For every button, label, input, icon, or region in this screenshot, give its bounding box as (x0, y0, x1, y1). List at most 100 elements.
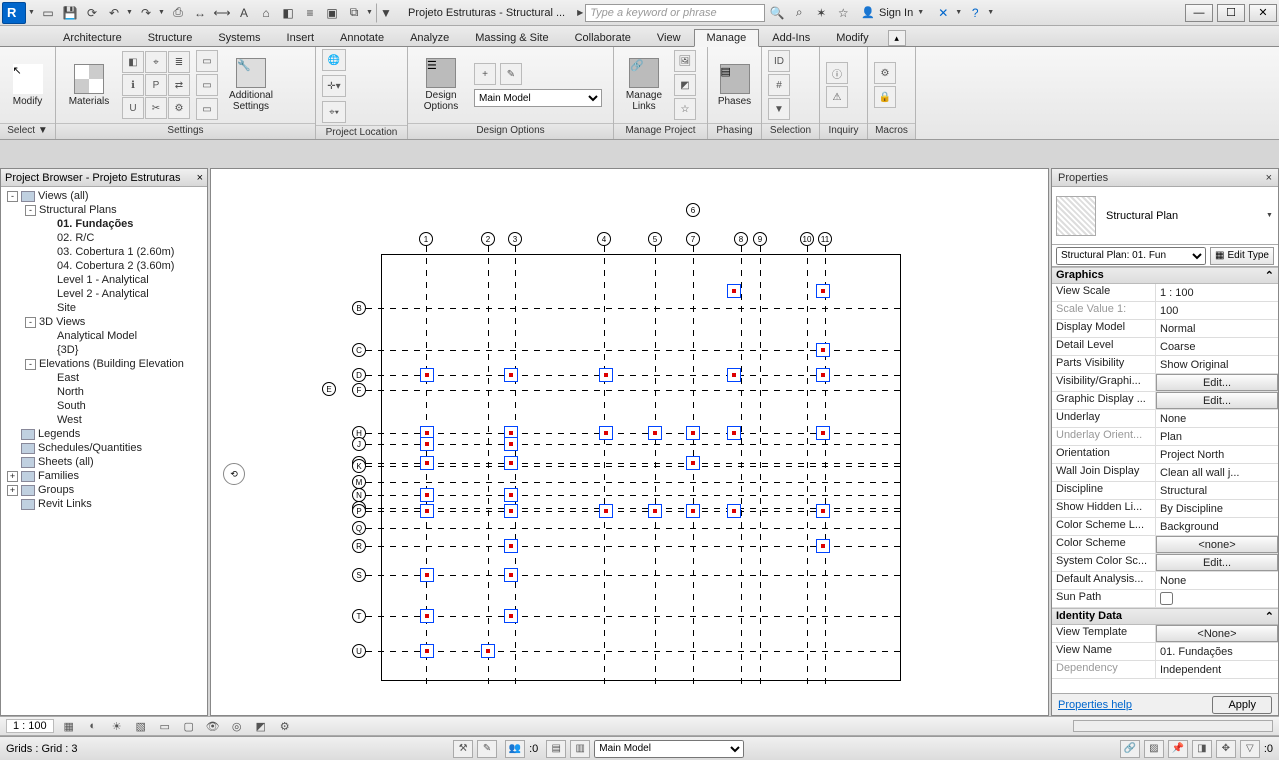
prop-value[interactable]: Background (1156, 518, 1278, 535)
redo-icon[interactable]: ↷ (136, 3, 156, 23)
properties-grid[interactable]: Graphics⌃View Scale1 : 100Scale Value 1:… (1052, 267, 1278, 693)
fav-icon[interactable]: ☆ (833, 3, 853, 23)
prop-edit-button[interactable]: <none> (1156, 536, 1278, 553)
measure-icon[interactable]: ↔ (190, 3, 210, 23)
settings-extra-3-icon[interactable]: ▭ (196, 98, 218, 120)
3d-view-icon[interactable]: ⌂ (256, 3, 276, 23)
prop-value[interactable]: Independent (1156, 661, 1278, 678)
prop-row[interactable]: Color Scheme L...Background (1052, 518, 1278, 536)
prop-row[interactable]: View Name01. Fundações (1052, 643, 1278, 661)
tree-item[interactable]: 03. Cobertura 1 (2.60m) (1, 245, 207, 259)
comm-icon[interactable]: ✶ (811, 3, 831, 23)
temp-hide-icon[interactable]: 👁 (204, 718, 222, 734)
minimize-button[interactable]: — (1185, 4, 1213, 22)
sun-path-icon[interactable]: ☀ (108, 718, 126, 734)
tree-item[interactable]: -3D Views (1, 315, 207, 329)
active-only-icon[interactable]: ▥ (570, 740, 590, 758)
tree-item[interactable]: South (1, 399, 207, 413)
prop-row[interactable]: Scale Value 1:100 (1052, 302, 1278, 320)
workset-status-icon[interactable]: 👥 (505, 740, 525, 758)
tree-item[interactable]: Level 2 - Analytical (1, 287, 207, 301)
prop-row[interactable]: Show Hidden Li...By Discipline (1052, 500, 1278, 518)
open-icon[interactable]: ▭ (38, 3, 58, 23)
prop-value[interactable]: Coarse (1156, 338, 1278, 355)
select-underlay-icon[interactable]: ▨ (1144, 740, 1164, 758)
thin-lines-icon[interactable]: ≡ (300, 3, 320, 23)
select-by-id-icon[interactable]: # (768, 74, 790, 96)
additional-settings-button[interactable]: 🔧Additional Settings (224, 49, 278, 121)
recent-docs-drop-icon[interactable]: ▶ (577, 8, 583, 17)
view-settings-icon[interactable]: ⚙ (276, 718, 294, 734)
prop-row[interactable]: Parts VisibilityShow Original (1052, 356, 1278, 374)
prop-row[interactable]: UnderlayNone (1052, 410, 1278, 428)
collapse-icon[interactable]: ⌃ (1265, 269, 1274, 282)
prop-row[interactable]: Visibility/Graphi...Edit... (1052, 374, 1278, 392)
tree-item[interactable]: -Views (all) (1, 189, 207, 203)
starting-view-icon[interactable]: ☆ (674, 98, 696, 120)
prop-value[interactable]: 100 (1156, 302, 1278, 319)
tree-item[interactable]: Schedules/Quantities (1, 441, 207, 455)
prop-value[interactable]: Clean all wall j... (1156, 464, 1278, 481)
design-options-button[interactable]: ☰Design Options (414, 49, 468, 121)
tree-item[interactable]: East (1, 371, 207, 385)
tree-item[interactable]: -Structural Plans (1, 203, 207, 217)
ribbon-tab-modify[interactable]: Modify (823, 29, 881, 46)
help-icon[interactable]: ? (965, 3, 985, 23)
macro-manager-icon[interactable]: ⚙ (874, 62, 896, 84)
expander-icon[interactable]: - (25, 317, 36, 328)
print-icon[interactable]: ⎙ (168, 3, 188, 23)
pick-to-edit-icon[interactable]: ✎ (500, 63, 522, 85)
ribbon-tab-architecture[interactable]: Architecture (50, 29, 135, 46)
search-input[interactable]: Type a keyword or phrase (585, 4, 765, 22)
decal-types-icon[interactable]: ◩ (674, 74, 696, 96)
show-crop-icon[interactable]: ▢ (180, 718, 198, 734)
inquiry-1-icon[interactable]: ⓘ (826, 62, 848, 84)
close-button[interactable]: ✕ (1249, 4, 1277, 22)
save-icon[interactable]: 💾 (60, 3, 80, 23)
prop-value[interactable]: None (1156, 572, 1278, 589)
tree-item[interactable]: {3D} (1, 343, 207, 357)
visual-style-icon[interactable]: ◐ (84, 718, 102, 734)
tree-item[interactable]: Legends (1, 427, 207, 441)
properties-close-icon[interactable]: × (1266, 172, 1272, 184)
drag-elements-icon[interactable]: ✥ (1216, 740, 1236, 758)
qat-customize-icon[interactable]: ▼ (376, 3, 396, 23)
position-icon[interactable]: ⌖▾ (322, 101, 346, 123)
prop-edit-button[interactable]: Edit... (1156, 392, 1278, 409)
app-menu-button[interactable] (2, 2, 26, 24)
coordinates-icon[interactable]: ✛▾ (322, 75, 346, 97)
status-editable-icon[interactable]: ✎ (477, 740, 497, 758)
expander-icon[interactable]: + (7, 471, 18, 482)
close-windows-icon[interactable]: ▣ (322, 3, 342, 23)
type-selector[interactable]: Structural Plan ▼ (1052, 187, 1278, 245)
tree-item[interactable]: Site (1, 301, 207, 315)
tree-item[interactable]: Analytical Model (1, 329, 207, 343)
modify-button[interactable]: ↖Modify (6, 49, 49, 121)
ribbon-tab-view[interactable]: View (644, 29, 694, 46)
collapse-icon[interactable]: ⌃ (1265, 610, 1274, 623)
manage-images-icon[interactable]: 🖼 (674, 50, 696, 72)
prop-row[interactable]: Graphic Display ...Edit... (1052, 392, 1278, 410)
shared-params-icon[interactable]: ≣ (168, 51, 190, 73)
worksharing-display-icon[interactable]: ◩ (252, 718, 270, 734)
tree-item[interactable]: 01. Fundações (1, 217, 207, 231)
instance-filter-select[interactable]: Structural Plan: 01. Fun (1056, 247, 1206, 265)
dimension-icon[interactable]: ⟷ (212, 3, 232, 23)
settings-extra-1-icon[interactable]: ▭ (196, 50, 218, 72)
search-icon[interactable]: 🔍 (767, 3, 787, 23)
prop-row[interactable]: Underlay Orient...Plan (1052, 428, 1278, 446)
select-panel-label[interactable]: Select ▼ (0, 123, 55, 139)
snaps-icon[interactable]: ⌖ (145, 51, 167, 73)
expander-icon[interactable]: - (7, 191, 18, 202)
status-workset-icon[interactable]: ⚒ (453, 740, 473, 758)
ribbon-tab-analyze[interactable]: Analyze (397, 29, 462, 46)
prop-row[interactable]: Detail LevelCoarse (1052, 338, 1278, 356)
prop-row[interactable]: OrientationProject North (1052, 446, 1278, 464)
prop-value[interactable]: Structural (1156, 482, 1278, 499)
expander-icon[interactable]: + (7, 485, 18, 496)
ribbon-tab-massing-site[interactable]: Massing & Site (462, 29, 561, 46)
select-links-icon[interactable]: 🔗 (1120, 740, 1140, 758)
prop-category[interactable]: Identity Data⌃ (1052, 608, 1278, 625)
sign-in-button[interactable]: 👤Sign In▼ (855, 6, 931, 19)
main-model-select[interactable]: Main Model (474, 89, 602, 107)
